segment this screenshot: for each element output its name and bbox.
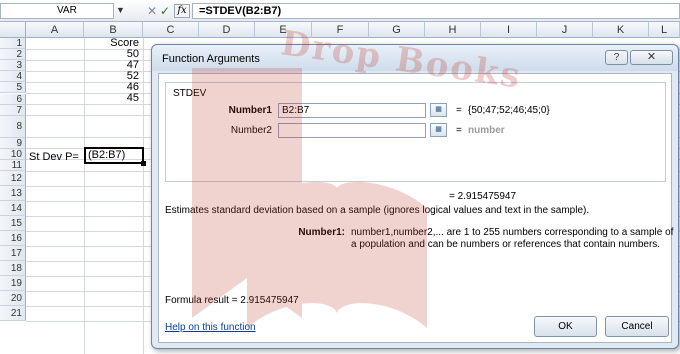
row-header-2[interactable]: 2 — [0, 49, 26, 61]
collapse-dialog-icon[interactable]: ▦ — [430, 103, 447, 117]
column-header-l[interactable]: L — [649, 22, 680, 38]
name-box-dropdown-icon[interactable]: ▼ — [116, 5, 125, 15]
formula-input[interactable]: =STDEV(B2:B7) — [192, 3, 680, 19]
row-header-11[interactable]: 11 — [0, 159, 26, 171]
dialog-title: Function Arguments — [162, 53, 260, 65]
arg-help-label: Number1: — [298, 227, 345, 238]
help-button[interactable]: ? — [605, 50, 628, 65]
ok-button[interactable]: OK — [534, 316, 597, 337]
arg-input-number2[interactable] — [278, 123, 426, 138]
row-header-3[interactable]: 3 — [0, 60, 26, 72]
arg-label-number1: Number1 — [228, 105, 272, 116]
formula-bar: VAR ▼ ✕ ✓ fx =STDEV(B2:B7) — [0, 0, 680, 22]
function-group-box: STDEV Number1 B2:B7 ▦ = {50;47;52;46;45;… — [165, 82, 666, 182]
column-header-c[interactable]: C — [143, 22, 199, 38]
row-header-13[interactable]: 13 — [0, 186, 26, 201]
row-header-21[interactable]: 21 — [0, 306, 26, 321]
column-header-i[interactable]: I — [481, 22, 537, 38]
cell-b8-active[interactable]: (B2:B7) — [84, 147, 146, 166]
column-header-a[interactable]: A — [26, 22, 84, 38]
select-all-corner[interactable] — [0, 22, 26, 38]
enter-entry-icon[interactable]: ✓ — [160, 4, 170, 18]
row-header-5[interactable]: 5 — [0, 82, 26, 94]
row-header-17[interactable]: 17 — [0, 246, 26, 261]
row-header-20[interactable]: 20 — [0, 291, 26, 306]
result-preview: = 2.915475947 — [449, 191, 517, 202]
row-header-14[interactable]: 14 — [0, 201, 26, 216]
arg-equals: = — [456, 105, 462, 116]
column-header-k[interactable]: K — [593, 22, 649, 38]
cancel-entry-icon[interactable]: ✕ — [147, 4, 157, 18]
row-header-10[interactable]: 10 — [0, 148, 26, 160]
help-on-function-link[interactable]: Help on this function — [165, 322, 256, 333]
row-header-15[interactable]: 15 — [0, 216, 26, 231]
function-description: Estimates standard deviation based on a … — [165, 205, 590, 216]
column-header-d[interactable]: D — [199, 22, 255, 38]
dialog-body: STDEV Number1 B2:B7 ▦ = {50;47;52;46;45;… — [158, 73, 673, 343]
collapse-dialog-icon[interactable]: ▦ — [430, 123, 447, 137]
function-name: STDEV — [173, 88, 207, 99]
column-header-j[interactable]: J — [537, 22, 593, 38]
row-header-16[interactable]: 16 — [0, 231, 26, 246]
column-header-h[interactable]: H — [425, 22, 481, 38]
formula-result: Formula result = 2.915475947 — [165, 295, 299, 306]
row-header-19[interactable]: 19 — [0, 276, 26, 291]
name-box[interactable]: VAR — [0, 3, 114, 19]
close-button[interactable]: ✕ — [630, 50, 673, 65]
arg-label-number2: Number2 — [230, 125, 272, 136]
row-header-18[interactable]: 18 — [0, 261, 26, 276]
row-header-9[interactable]: 9 — [0, 137, 26, 149]
row-header-6[interactable]: 6 — [0, 93, 26, 105]
column-header-b[interactable]: B — [84, 22, 143, 38]
row-header-8[interactable]: 8 — [0, 115, 26, 138]
arg-value-number1: {50;47;52;46;45;0} — [468, 105, 550, 116]
cancel-button[interactable]: Cancel — [605, 316, 669, 337]
arg-equals: = — [456, 125, 462, 136]
row-header-7[interactable]: 7 — [0, 104, 26, 116]
insert-function-icon[interactable]: fx — [174, 4, 190, 18]
row-header-1[interactable]: 1 — [0, 38, 26, 50]
arg-help-text: number1,number2,... are 1 to 255 numbers… — [351, 227, 674, 250]
row-header-12[interactable]: 12 — [0, 171, 26, 186]
function-arguments-dialog: Function Arguments ? ✕ STDEV Number1 B2:… — [151, 44, 679, 349]
row-header-4[interactable]: 4 — [0, 71, 26, 83]
arg-value-number2: number — [468, 125, 505, 136]
arg-input-number1[interactable]: B2:B7 — [278, 103, 426, 118]
cell-a8[interactable]: St Dev P= — [29, 152, 79, 163]
cell-b6[interactable]: 45 — [84, 93, 139, 104]
